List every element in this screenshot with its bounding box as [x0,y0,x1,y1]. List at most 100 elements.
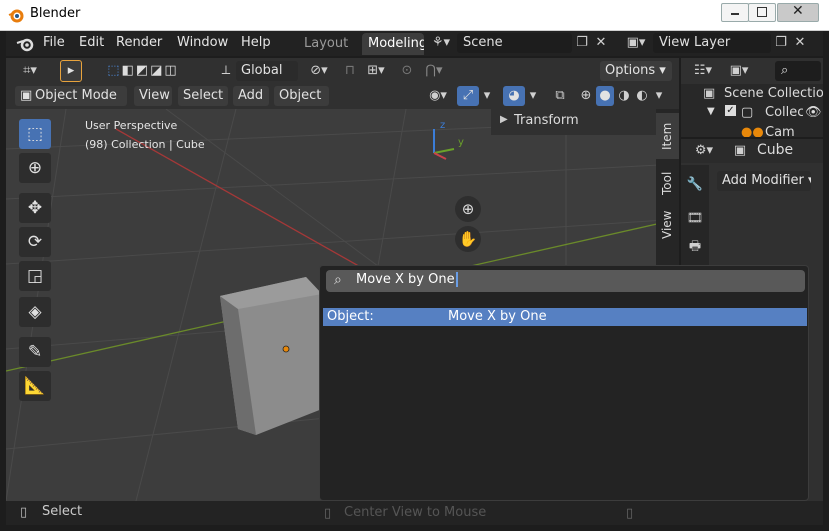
options-dropdown[interactable]: Options ▾ [600,61,672,81]
snap-icon[interactable]: ⌗▾ [16,61,44,81]
close-button[interactable]: ✕ [777,3,819,22]
outliner-collection[interactable]: Collection [765,105,803,120]
overlay-toggle[interactable]: ◕ [503,86,525,106]
result-name: Move X by One [448,309,547,324]
camera-icon: ●● [741,125,764,137]
tool-wrench-icon[interactable]: 🔧 [685,175,705,195]
solid-shading-button[interactable]: ● [596,86,614,106]
scene-name-field[interactable]: Scene [457,33,572,53]
menu-object[interactable]: Object [274,86,329,106]
gizmo-toggle[interactable]: ⤢ [457,86,479,106]
shading-dropdown-icon[interactable]: ▾ [652,86,666,106]
snap-target-icon[interactable]: ⊞▾ [362,61,390,81]
tab-layout[interactable]: Layout [298,33,354,55]
result-category: Object: [327,309,374,324]
search-field[interactable]: ⌕ Move X by One [326,270,805,292]
outliner-search-input[interactable]: ⌕ [775,61,821,81]
search-input[interactable]: Move X by One [356,272,458,287]
viewport-collection-label: (98) Collection | Cube [85,138,205,151]
menu-window[interactable]: Window [177,35,228,50]
outliner-camera[interactable]: Camera [765,125,795,137]
selection-mode-icons[interactable]: ⬚◧◩◪◫ [98,61,188,81]
wireframe-shading-icon[interactable]: ⊕ [576,86,596,106]
measure-tool-button[interactable]: 📐 [19,371,51,401]
menu-select[interactable]: Select [178,86,228,106]
proportional-icon[interactable]: ⊙ [398,61,416,81]
material-shading-icon[interactable]: ◑ [615,86,633,106]
blender-menu-icon[interactable] [16,36,34,52]
gizmo-y-label: y [458,137,464,148]
tab-item[interactable]: Item [656,113,679,159]
view-layer-field[interactable]: View Layer [653,33,771,53]
viewport-header: ▣ Object Mode View Select Add Object ◉▾ … [6,84,679,109]
transform-orientation-dropdown[interactable]: Global [236,61,298,81]
render-icon[interactable]: 🎞 [685,209,705,229]
minimize-button[interactable] [721,3,749,22]
status-center-text: Center View to Mouse [344,505,487,520]
zoom-icon[interactable]: ⊕ [455,196,481,222]
properties-header: ⚙▾ ▣ Cube [681,139,823,163]
rotate-tool-button[interactable]: ⟳ [19,227,51,257]
mode-dropdown[interactable]: ▣ Object Mode [15,86,127,106]
transform-panel-header[interactable]: ▶ Transform [491,109,656,135]
properties-type-icon[interactable]: ⚙▾ [689,141,719,161]
search-result-row[interactable]: Object: Move X by One [323,308,807,326]
annotate-tool-button[interactable]: ✎ [19,337,51,367]
collection-icon: ▢ [741,105,754,120]
sidebar-tabs: Item Tool View [656,109,679,269]
operator-search-popup: ⌕ Move X by One Object: Move X by One [319,265,809,501]
move-tool-button[interactable]: ✥ [19,193,51,223]
object-icon: ▣ [733,143,747,158]
cursor-tool-button[interactable]: ⊕ [19,153,51,183]
falloff-icon[interactable]: ⋂▾ [420,61,448,81]
menu-view[interactable]: View [134,86,172,106]
maximize-button[interactable] [748,3,776,22]
xray-icon[interactable]: ⧉ [550,86,570,106]
menu-help[interactable]: Help [241,35,271,50]
rotate-icon: ⟳ [27,232,43,252]
tab-view[interactable]: View [656,205,679,245]
scale-tool-button[interactable]: ◲ [19,261,51,291]
menu-add[interactable]: Add [233,86,269,106]
rendered-shading-icon[interactable]: ◐ [633,86,651,106]
view-layer-icon[interactable]: ▣▾ [621,33,651,53]
copy-icon[interactable]: ❐ [574,33,590,53]
transform-tool-button[interactable]: ◈ [19,297,51,327]
gizmo-dropdown-icon[interactable]: ▾ [480,86,494,106]
visibility-icon[interactable]: ◉▾ [423,86,453,106]
tab-tool[interactable]: Tool [656,163,679,203]
pivot-icon[interactable]: ⊘▾ [304,61,334,81]
pan-hand-icon[interactable]: ✋ [455,226,481,252]
scene-icon[interactable]: ⚘▾ [426,33,456,53]
collection-checkbox[interactable]: ✓ [725,105,736,116]
select-mode-button[interactable]: ▸ [60,60,82,82]
menu-edit[interactable]: Edit [79,35,104,50]
menu-file[interactable]: File [43,35,65,50]
view-layer-copy-icon[interactable]: ❐ [773,33,789,53]
blender-logo-icon [8,9,24,23]
add-modifier-dropdown[interactable]: Add Modifier ▾ [717,171,811,191]
overlay-dropdown-icon[interactable]: ▾ [526,86,540,106]
expand-arrow-icon: ▶ [500,114,508,125]
menu-render[interactable]: Render [116,35,162,50]
window-title: Blender [30,6,81,21]
display-mode-icon[interactable]: ☷▾ [689,61,717,81]
viewport-perspective-label: User Perspective [85,119,178,132]
scene-collection-icon: ▣ [703,86,716,101]
select-tool-button[interactable]: ⬚ [19,119,51,149]
eye-icon[interactable]: 👁 [805,105,822,120]
scene-close-icon[interactable]: ✕ [594,33,608,53]
view-layer-close-icon[interactable]: ✕ [793,33,807,53]
status-bar: ▯ Select ▯ Center View to Mouse ▯ [6,501,823,525]
outliner-header: ☷▾ ▣▾ ⌕ [681,58,823,84]
orientation-icon[interactable]: ⟂ [219,61,233,81]
collapse-arrow-icon[interactable]: ▼ [707,106,715,117]
pencil-icon: ✎ [27,342,43,362]
output-icon[interactable]: 🖶 [685,237,705,257]
crosshair-icon: ⊕ [27,158,43,178]
tab-modeling[interactable]: Modeling [362,33,424,55]
filter-icon[interactable]: ▣▾ [725,61,753,81]
scale-icon: ◲ [26,266,44,286]
outliner-scene-collection[interactable]: Scene Collection [724,86,823,101]
magnet-icon[interactable]: ⊓ [340,61,360,81]
